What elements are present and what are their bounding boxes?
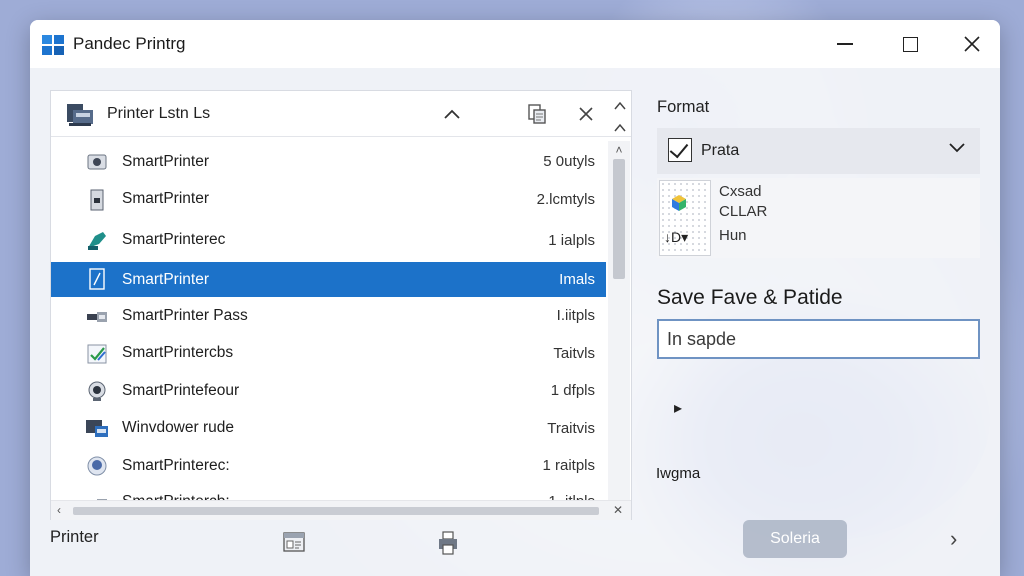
printer-size: 1 raitpls [542,457,595,475]
chevron-up-icon [614,123,626,132]
printer-size: 1 ialpls [548,231,595,249]
close-button[interactable] [942,20,1000,68]
collapse-button[interactable] [439,101,465,127]
close-icon [964,36,980,52]
printer-name: SmartPrinterec [122,231,226,248]
scroll-right-close-icon[interactable]: ✕ [613,503,623,517]
minimize-button[interactable] [815,20,875,68]
printer-name: Winvdower rude [122,419,234,437]
save-section-title: Save Fave & Patide [657,286,843,309]
maximize-button[interactable] [880,20,940,68]
list-item[interactable]: SmartPrintercbs Taitvls [51,335,606,373]
layout-button[interactable] [282,530,306,559]
bottom-bar: Printer Soleria › [30,520,1000,576]
mouse-pointer-icon: ▸ [674,400,683,417]
printer-size: 2.lcmtyls [536,190,595,208]
copy-button[interactable] [524,101,550,127]
color-cube-icon [672,195,686,211]
printer-webcam-icon [88,381,106,401]
minimize-icon [837,43,853,45]
list-item[interactable]: Winvdower rude Traitvis [51,410,606,448]
chevron-up-icon [614,101,626,110]
window-title: Pandec Printrg [73,34,186,53]
page-layout-icon [283,532,305,552]
printer-list-panel: Printer Lstn Ls SmartPrinter 5 0utyls Sm… [50,90,632,521]
close-icon [579,107,593,121]
preview-line: Hun [719,227,747,244]
scroll-up-button[interactable] [607,115,633,141]
printer-round-icon [87,456,107,476]
printer-name: SmartPrinterec: [122,456,230,474]
preview-line: Cxsad [719,183,762,200]
horizontal-scrollbar-thumb[interactable] [73,507,599,515]
preview-thumb-label: ↓D▾ [664,229,689,245]
format-selected-value: Prata [701,142,740,159]
printer-header-icon [67,104,93,126]
printer-size: 5 0utyls [543,153,595,171]
printer-size: Taitvls [553,344,595,362]
printer-usb-icon [87,312,107,322]
printer-camera-icon [87,154,107,170]
list-item[interactable]: SmartPrinter Imals [51,262,606,297]
horizontal-scrollbar[interactable]: ‹ ✕ [51,500,631,520]
list-item[interactable]: SmartPrinter 2.lcmtyls [51,181,606,219]
printer-doc-icon [89,268,105,290]
printer-name: SmartPrinter [122,270,209,288]
list-header: Printer Lstn Ls [51,91,631,137]
format-preview: ↓D▾ Cxsad CLLAR Hun [657,178,980,258]
scroll-left-arrow-icon[interactable]: ‹ [57,503,61,517]
status-label: Iwgma [656,465,701,482]
printer-check-icon [87,344,107,363]
chevron-up-icon [444,109,460,119]
preview-thumbnail[interactable]: ↓D▾ [659,180,711,256]
format-label: Format [657,98,710,116]
copy-document-icon [528,104,546,124]
printer-list: SmartPrinter 5 0utyls SmartPrinter 2.lcm… [51,143,606,505]
printer-name: SmartPrinter [122,190,209,208]
list-header-title: Printer Lstn Ls [107,105,211,122]
chevron-down-icon [949,143,965,153]
printer-name: SmartPrinter [122,152,209,170]
select-button[interactable]: Soleria [743,520,847,558]
vertical-scrollbar[interactable]: ˄ ˅ [608,141,630,521]
format-dropdown[interactable]: Prata [657,128,980,174]
title-bar: Pandec Printrg [30,20,1000,68]
printer-icon [439,531,457,555]
list-item[interactable]: SmartPrinterec: 1 raitpls [51,447,606,485]
printer-name: SmartPrintefeour [122,381,240,399]
printer-teal-icon [88,232,106,250]
chevron-right-icon[interactable]: › [950,526,957,552]
scroll-up-arrow-icon[interactable]: ˄ [611,143,627,159]
printer-name: SmartPrinter Pass [122,306,248,324]
printer-size: Imals [559,271,595,288]
maximize-icon [902,36,918,52]
printer-size: I.iitpls [556,307,595,325]
print-dialog-window: Pandec Printrg Printer Lstn Ls SmartPrin… [30,20,1000,576]
printer-monitor-icon [86,419,108,437]
printer-button[interactable] [436,530,460,561]
checkbox-icon[interactable] [668,138,692,162]
remove-button[interactable] [573,101,599,127]
preview-text: Cxsad CLLAR Hun [719,182,767,246]
list-item[interactable]: SmartPrintefeour 1 dfpls [51,372,606,410]
printer-size: Traitvis [547,419,595,437]
scrollbar-thumb[interactable] [613,159,625,279]
windows-logo-icon [42,35,64,55]
preview-line: CLLAR [719,203,768,220]
printer-name: SmartPrintercbs [122,344,234,362]
list-item[interactable]: SmartPrinter Pass I.iitpls [51,297,606,335]
printer-size: 1 dfpls [550,382,595,400]
list-item[interactable]: SmartPrinter 5 0utyls [51,143,606,181]
list-item[interactable]: SmartPrinterec 1 ialpls [51,218,606,262]
printer-tower-icon [90,189,104,210]
save-name-input[interactable] [657,319,980,359]
printer-label: Printer [50,528,99,546]
